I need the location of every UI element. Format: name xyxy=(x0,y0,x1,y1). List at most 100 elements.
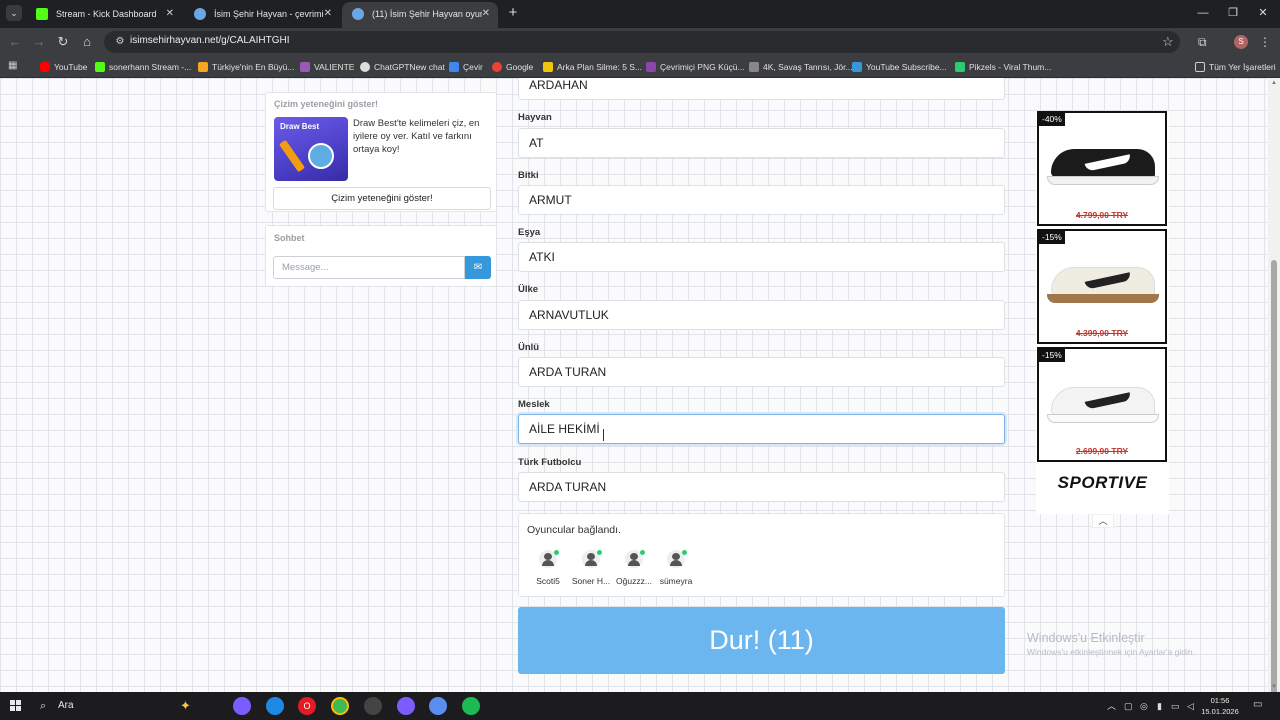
youtube-icon xyxy=(40,62,50,72)
apps-grid-icon[interactable]: ▦ xyxy=(8,60,20,72)
field-ulke[interactable]: ARNAVUTLUK xyxy=(518,300,1005,330)
bookmark-arka-plan[interactable]: Arka Plan Silme: 5 S... xyxy=(543,56,642,78)
bookmark-png[interactable]: Çevrimiçi PNG Küçü... xyxy=(646,56,745,78)
tab-isim-sehir-hayvan[interactable]: İsim Şehir Hayvan - çevrimiçi oyun ✕ xyxy=(184,2,340,28)
bookmark-label: 4K, Savaş Tanrısı, Jör... xyxy=(763,62,853,72)
close-icon[interactable]: ✕ xyxy=(482,2,490,26)
watermark-line2: Windows'u etkinleştirmek için Ayarlar'a … xyxy=(1027,647,1195,657)
draw-best-image[interactable]: Draw Best xyxy=(274,117,348,181)
clock[interactable]: 01:56 15.01.2026 xyxy=(1200,695,1240,717)
ad-collapse-chevron-up-icon[interactable]: ︿ xyxy=(1092,514,1114,528)
edge-icon[interactable] xyxy=(266,697,284,715)
discount-badge: -15% xyxy=(1039,349,1065,362)
field-meslek[interactable]: AİLE HEKİMİ xyxy=(518,414,1005,444)
draw-card-text: Draw Best'te kelimeleri çiz, en iyilere … xyxy=(353,118,480,155)
minimize-icon[interactable]: — xyxy=(1188,4,1218,22)
reload-icon[interactable]: ↻ xyxy=(54,33,72,51)
close-icon[interactable]: ✕ xyxy=(166,2,174,26)
bookmark-sonerhann[interactable]: sonerhann Stream -... xyxy=(95,56,191,78)
bookmark-label: Pikzels - Viral Thum... xyxy=(969,62,1052,72)
copilot-icon[interactable] xyxy=(233,697,251,715)
bookmark-turkiye[interactable]: Türkiye'nin En Büyü... xyxy=(198,56,294,78)
tray-chevron-up-icon[interactable]: ︿ xyxy=(1107,699,1116,713)
field-sehir[interactable]: ARDAHAN xyxy=(518,78,1005,100)
address-bar[interactable]: ⚙ isimsehirhayvan.net/g/CALAIHTGHI xyxy=(104,31,1180,53)
bookmark-label: Google xyxy=(506,62,534,72)
app-icon[interactable] xyxy=(364,697,382,715)
field-unlu[interactable]: ARDA TURAN xyxy=(518,357,1005,387)
chat-send-icon[interactable]: ✉ xyxy=(465,256,491,279)
bookmark-label: Çevir xyxy=(463,62,483,72)
more-menu-icon[interactable]: ⋮ xyxy=(1259,33,1271,51)
brush-icon xyxy=(278,139,306,173)
scrollbar-thumb[interactable] xyxy=(1271,260,1277,720)
home-icon[interactable]: ⌂ xyxy=(78,33,96,51)
bookmark-valiente[interactable]: VALIENTE xyxy=(300,56,354,78)
tab-kick-dashboard[interactable]: Stream - Kick Dashboard ✕ xyxy=(26,2,182,28)
ad-product[interactable]: -15% 4.399,00 TRY xyxy=(1037,229,1167,344)
spotify-icon[interactable] xyxy=(462,697,480,715)
window-close-icon[interactable]: ✕ xyxy=(1248,4,1278,22)
forward-arrow-icon[interactable]: → xyxy=(30,33,48,51)
draw-best-logo-text: Draw Best xyxy=(280,122,320,131)
tray-app-icon[interactable]: ▢ xyxy=(1124,699,1133,713)
extensions-puzzle-icon[interactable]: ⧉ xyxy=(1198,33,1207,51)
volume-icon[interactable]: ◁ xyxy=(1187,699,1194,713)
tab-search-dropdown-icon[interactable]: ⌄ xyxy=(6,5,22,21)
back-arrow-icon[interactable]: ← xyxy=(6,33,24,51)
page-scrollbar[interactable]: ▲ ▼ xyxy=(1268,78,1280,720)
scroll-down-icon[interactable]: ▼ xyxy=(1271,684,1277,690)
settings-gear-icon[interactable] xyxy=(429,697,447,715)
ad-product[interactable]: -40% 4.799,00 TRY xyxy=(1037,111,1167,226)
tab-isim-sehir-hayvan-game[interactable]: (11) İsim Şehir Hayvan oyununa ✕ xyxy=(342,2,498,28)
discount-badge: -40% xyxy=(1039,113,1065,126)
label-meslek: Meslek xyxy=(518,399,550,410)
bookmark-youtube-subscribe[interactable]: YouTube Subscribe... xyxy=(852,56,947,78)
profile-avatar[interactable]: S xyxy=(1234,35,1248,49)
windows-start-icon[interactable] xyxy=(10,700,22,712)
close-icon[interactable]: ✕ xyxy=(324,2,332,26)
discord-icon[interactable] xyxy=(397,697,415,715)
ad-product[interactable]: -15% 2.699,90 TRY xyxy=(1037,347,1167,462)
microphone-icon[interactable]: ▮ xyxy=(1157,699,1162,713)
ad-price: 4.799,00 TRY xyxy=(1075,210,1129,220)
field-turk-futbolcu[interactable]: ARDA TURAN xyxy=(518,472,1005,502)
tray-app-icon[interactable]: ◎ xyxy=(1140,699,1148,713)
opera-icon[interactable]: O xyxy=(298,697,316,715)
scroll-up-icon[interactable]: ▲ xyxy=(1271,80,1277,86)
ad-price: 4.399,00 TRY xyxy=(1075,328,1129,338)
sneaker-icon xyxy=(1047,259,1159,303)
show-drawing-skill-button[interactable]: Çizim yeteneğini göster! xyxy=(273,187,491,210)
kick-icon xyxy=(95,62,105,72)
bookmark-star-icon[interactable]: ☆ xyxy=(1162,33,1174,51)
field-esya[interactable]: ATKI xyxy=(518,242,1005,272)
network-icon[interactable]: ▭ xyxy=(1171,699,1180,713)
bookmark-youtube[interactable]: YouTube xyxy=(40,56,87,78)
field-bitki[interactable]: ARMUT xyxy=(518,185,1005,215)
restore-icon[interactable]: ❐ xyxy=(1218,4,1248,22)
chrome-icon[interactable] xyxy=(331,697,349,715)
notification-icon[interactable]: ▭ xyxy=(1253,699,1262,710)
tab-label: (11) İsim Şehir Hayvan oyununa xyxy=(372,9,482,19)
site-info-icon[interactable]: ⚙ xyxy=(112,34,128,50)
sportive-ad[interactable]: -40% 4.799,00 TRY -15% 4.399,00 TRY -15% xyxy=(1036,111,1169,514)
chat-title: Sohbet xyxy=(274,233,305,243)
bookmark-4k[interactable]: 4K, Savaş Tanrısı, Jör... xyxy=(749,56,853,78)
draw-best-card: Çizim yeteneğini göster! Draw Best Draw … xyxy=(265,92,497,212)
stop-button[interactable]: Dur! (11) xyxy=(518,607,1005,674)
new-tab-plus-icon[interactable]: + xyxy=(504,4,522,22)
bookmark-cevir[interactable]: Çevir xyxy=(449,56,483,78)
globe-icon xyxy=(194,8,206,20)
tab-label: Stream - Kick Dashboard xyxy=(56,9,157,19)
players-panel: Oyuncular bağlandı. Scoti5 Soner H... Oğ… xyxy=(518,513,1005,597)
translate-icon xyxy=(449,62,459,72)
bookmark-chatgpt[interactable]: ChatGPTNew chat xyxy=(360,56,445,78)
bookmark-google[interactable]: Google xyxy=(492,56,533,78)
chat-message-input[interactable]: Message... xyxy=(273,256,465,279)
field-hayvan[interactable]: AT xyxy=(518,128,1005,158)
globe-icon xyxy=(352,8,364,20)
taskbar-search[interactable]: ⌕ Ara ✦ xyxy=(30,694,220,718)
bookmark-pikzels[interactable]: Pikzels - Viral Thum... xyxy=(955,56,1051,78)
all-bookmarks[interactable]: Tüm Yer İşaretleri xyxy=(1195,56,1276,78)
clock-date: 15.01.2026 xyxy=(1201,707,1239,716)
